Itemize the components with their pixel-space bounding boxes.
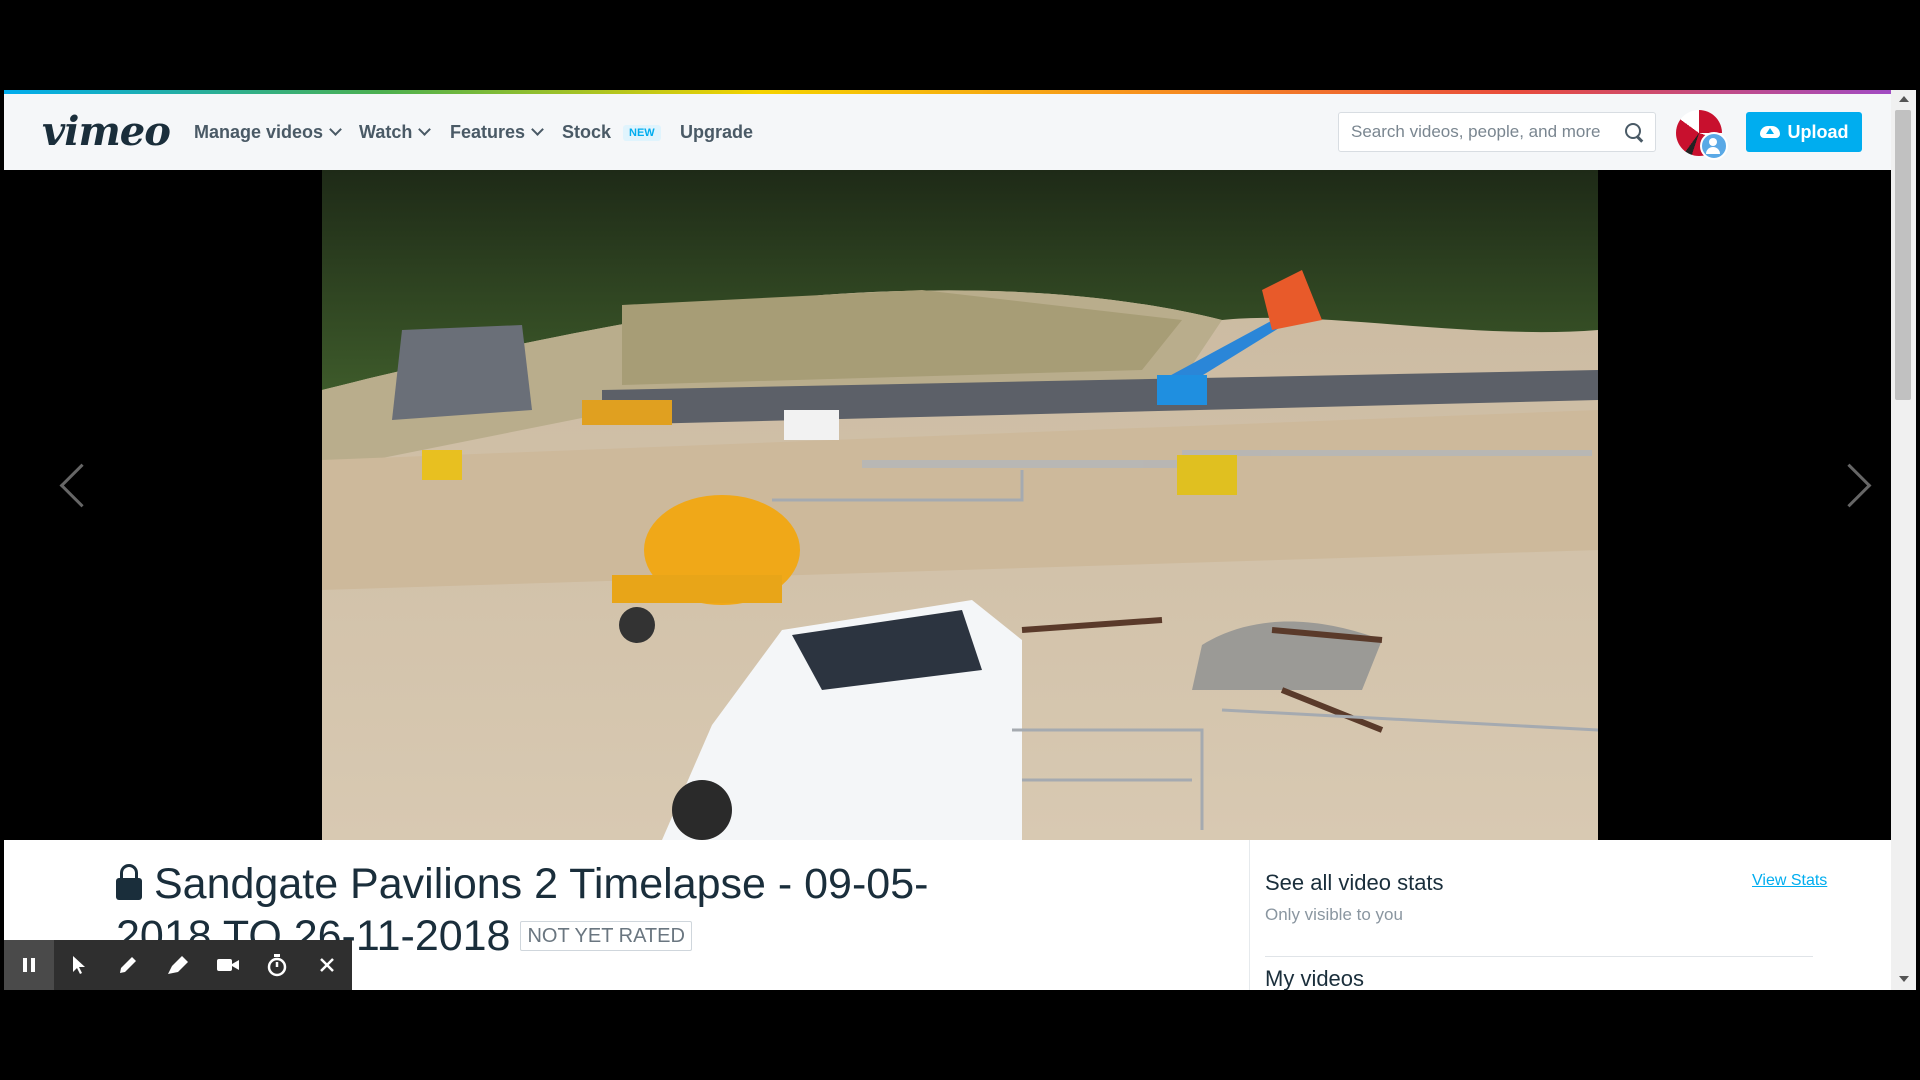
cloud-upload-icon xyxy=(1759,126,1780,138)
browser-window: vimeo Manage videos Watch Features Stock… xyxy=(4,90,1895,990)
user-icon xyxy=(1700,132,1728,160)
scroll-down-icon[interactable] xyxy=(1899,976,1909,982)
rating-badge: NOT YET RATED xyxy=(520,921,692,951)
nav-manage-videos[interactable]: Manage videos xyxy=(194,122,342,143)
avatar[interactable] xyxy=(1676,110,1728,160)
search-input[interactable] xyxy=(1339,113,1633,151)
camera-icon[interactable] xyxy=(203,940,253,990)
chevron-down-icon xyxy=(329,123,342,136)
close-icon[interactable] xyxy=(302,940,352,990)
pointer-icon[interactable] xyxy=(54,940,104,990)
nav-features[interactable]: Features xyxy=(450,122,544,143)
previous-arrow-icon[interactable] xyxy=(59,463,104,508)
chevron-down-icon xyxy=(531,123,544,136)
lock-icon xyxy=(116,864,142,900)
upload-button[interactable]: Upload xyxy=(1746,112,1862,152)
nav-watch[interactable]: Watch xyxy=(359,122,432,143)
construction-site-frame xyxy=(322,170,1598,840)
stats-subtitle: Only visible to you xyxy=(1265,905,1403,924)
vertical-scrollbar[interactable] xyxy=(1891,90,1916,990)
video-stage xyxy=(4,170,1895,840)
new-badge: NEW xyxy=(623,124,661,141)
my-videos-heading: My videos xyxy=(1265,966,1365,990)
timer-icon[interactable] xyxy=(252,940,302,990)
nav-label: Watch xyxy=(359,122,413,142)
scroll-up-icon[interactable] xyxy=(1899,96,1909,102)
stats-title: See all video stats xyxy=(1265,870,1444,895)
nav-label: Features xyxy=(450,122,526,142)
pause-icon[interactable] xyxy=(4,940,54,990)
chevron-down-icon xyxy=(418,123,432,136)
nav-label: Upgrade xyxy=(680,122,754,142)
top-navigation: vimeo Manage videos Watch Features Stock… xyxy=(4,94,1895,171)
video-player[interactable] xyxy=(322,170,1598,840)
scroll-thumb[interactable] xyxy=(1895,110,1911,400)
vimeo-logo[interactable]: vimeo xyxy=(42,108,171,155)
highlighter-icon[interactable] xyxy=(153,940,203,990)
search-icon[interactable] xyxy=(1625,123,1641,139)
divider xyxy=(1265,956,1813,957)
nav-stock[interactable]: Stock NEW xyxy=(562,122,661,143)
nav-upgrade[interactable]: Upgrade xyxy=(680,122,753,143)
annotation-toolbar xyxy=(4,940,352,990)
pencil-icon[interactable] xyxy=(103,940,153,990)
next-arrow-icon[interactable] xyxy=(1827,463,1872,508)
nav-label: Manage videos xyxy=(194,122,324,142)
upload-label: Upload xyxy=(1787,121,1849,142)
search-box xyxy=(1338,112,1656,152)
view-stats-link[interactable]: View Stats xyxy=(1752,872,1827,890)
stats-panel: See all video stats Only visible to you … xyxy=(1249,840,1895,990)
nav-label: Stock xyxy=(562,122,612,142)
